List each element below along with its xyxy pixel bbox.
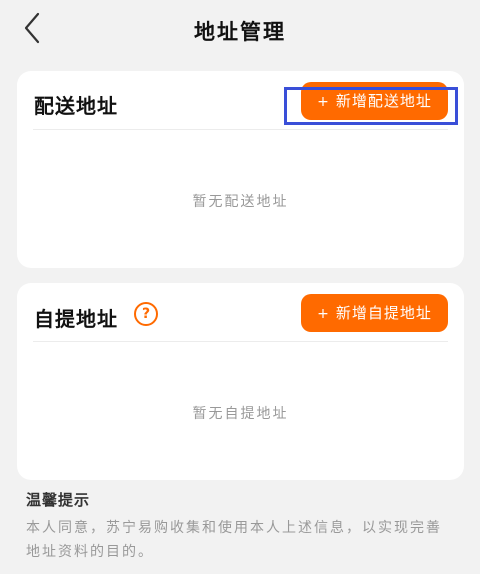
delivery-address-title: 配送地址 xyxy=(34,94,118,118)
pickup-empty-text: 暂无自提地址 xyxy=(192,406,289,422)
divider xyxy=(33,129,448,130)
tips-title: 温馨提示 xyxy=(26,491,91,509)
header: 地址管理 xyxy=(0,0,480,60)
page-title: 地址管理 xyxy=(194,20,286,44)
delivery-empty-text: 暂无配送地址 xyxy=(192,194,289,210)
divider xyxy=(33,341,448,342)
tips-body: 本人同意，苏宁易购收集和使用本人上述信息，以实现完善地址资料的目的。 xyxy=(26,520,442,560)
delivery-address-card: 配送地址 + 新增配送地址 暂无配送地址 xyxy=(17,71,464,268)
add-delivery-address-button[interactable]: + 新增配送地址 xyxy=(301,82,448,120)
add-pickup-address-label: 新增自提地址 xyxy=(335,304,432,322)
tips-section: 温馨提示 本人同意，苏宁易购收集和使用本人上述信息，以实现完善地址资料的目的。 xyxy=(26,489,456,564)
add-pickup-address-button[interactable]: + 新增自提地址 xyxy=(301,294,448,332)
pickup-address-title: 自提地址 xyxy=(34,307,118,331)
plus-icon: + xyxy=(317,94,330,110)
plus-icon: + xyxy=(317,306,330,322)
pickup-address-card: 自提地址 ? + 新增自提地址 暂无自提地址 xyxy=(17,283,464,480)
question-mark-icon[interactable]: ? xyxy=(134,302,158,326)
add-delivery-address-label: 新增配送地址 xyxy=(335,92,432,110)
